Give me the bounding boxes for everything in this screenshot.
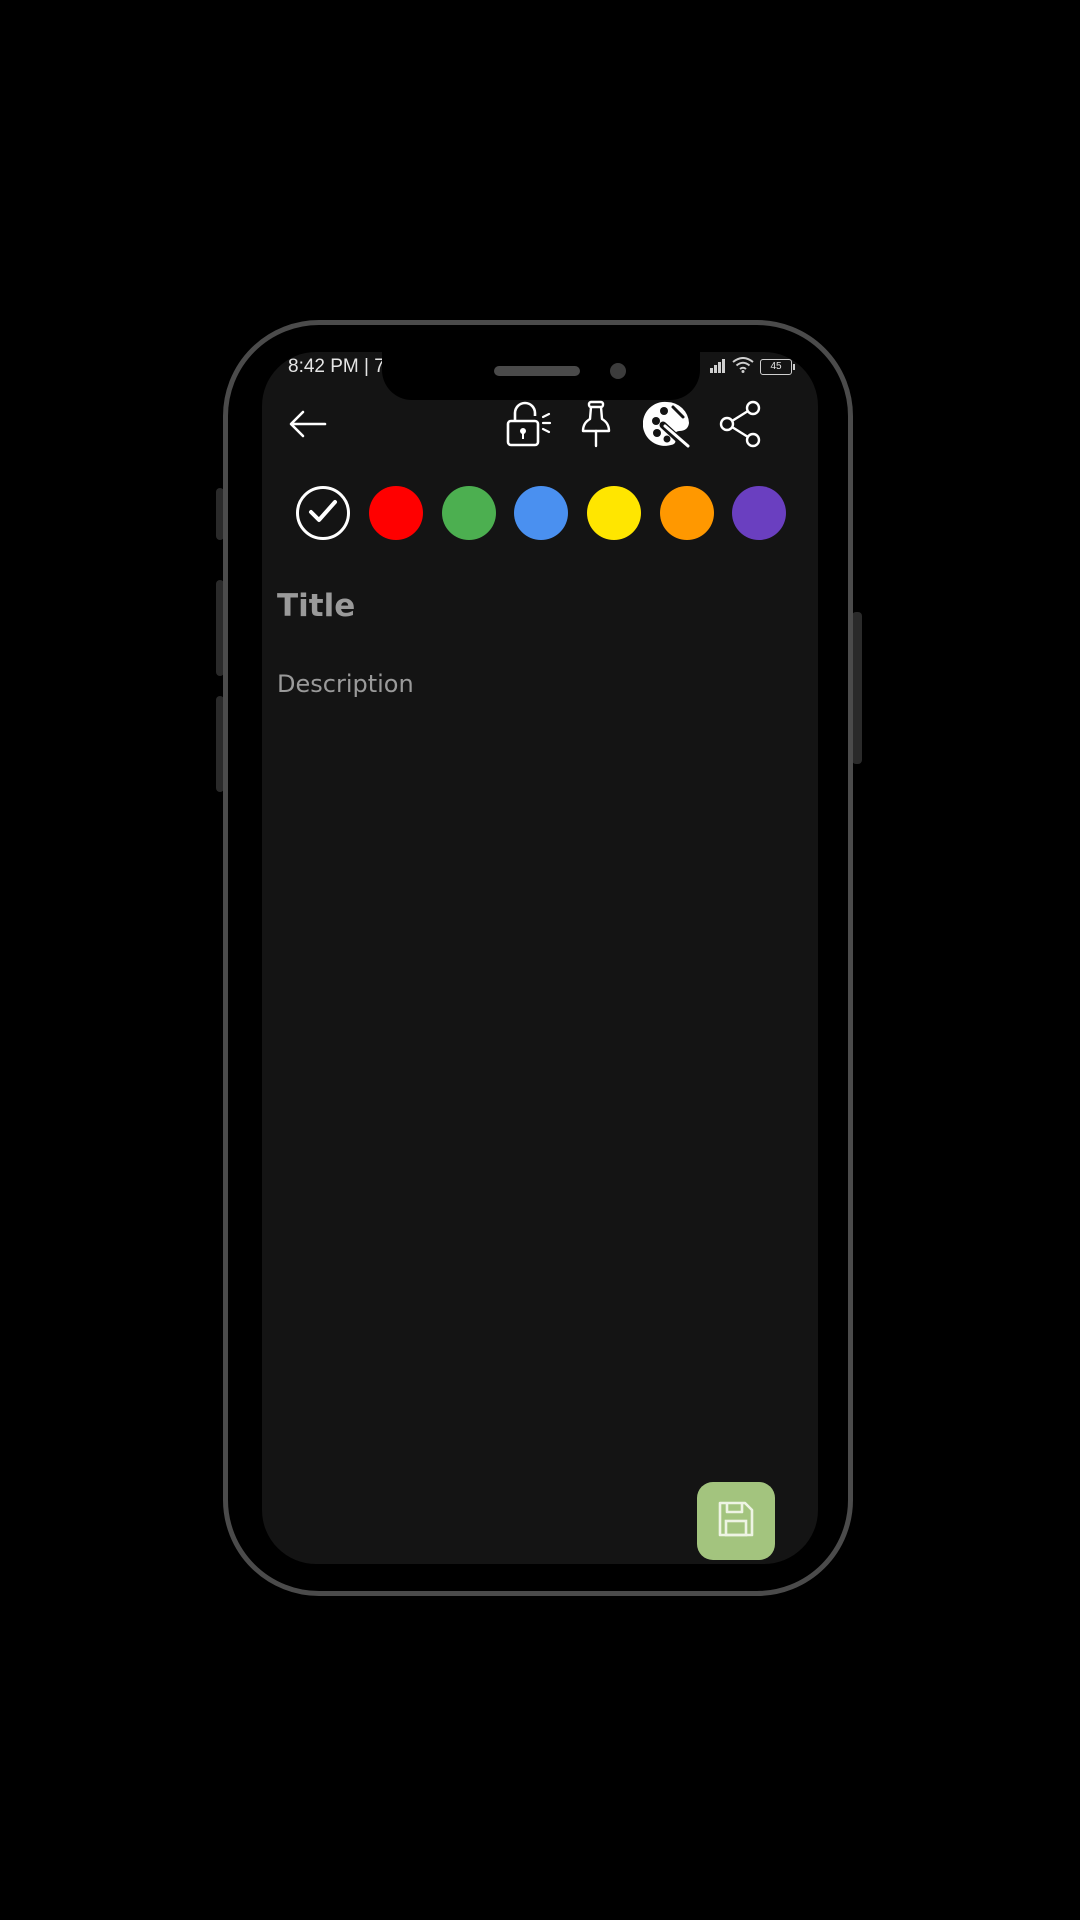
notch bbox=[382, 352, 700, 400]
share-button[interactable] bbox=[716, 400, 766, 452]
app-screen: 8:42 PM | 7 45 Title Description bbox=[262, 352, 818, 1564]
pushpin-icon bbox=[578, 399, 614, 453]
battery-icon: 45 bbox=[760, 359, 795, 375]
power-button bbox=[852, 612, 862, 764]
unlock-icon bbox=[503, 399, 553, 453]
wifi-icon bbox=[732, 357, 754, 377]
back-button[interactable] bbox=[288, 406, 328, 446]
lock-button[interactable] bbox=[502, 400, 554, 452]
status-time: 8:42 PM | 7 bbox=[288, 356, 382, 377]
save-icon bbox=[716, 1499, 756, 1543]
pin-button[interactable] bbox=[574, 400, 618, 452]
title-input[interactable]: Title bbox=[277, 588, 355, 624]
color-swatch-blue[interactable] bbox=[514, 486, 568, 540]
color-swatch-orange[interactable] bbox=[660, 486, 714, 540]
color-swatch-purple[interactable] bbox=[732, 486, 786, 540]
device-canvas: 8:42 PM | 7 45 Title Description bbox=[0, 0, 1080, 1920]
signal-icon bbox=[710, 358, 726, 377]
front-camera bbox=[610, 363, 626, 379]
color-palette-button[interactable] bbox=[642, 400, 694, 452]
save-button[interactable] bbox=[697, 1482, 775, 1560]
earpiece-speaker bbox=[494, 366, 580, 376]
share-icon bbox=[717, 399, 765, 453]
arrow-left-icon bbox=[289, 410, 327, 442]
status-icons: 45 bbox=[710, 356, 795, 378]
color-swatch-default[interactable] bbox=[296, 486, 350, 540]
checkmark-icon bbox=[308, 498, 338, 528]
color-swatch-yellow[interactable] bbox=[587, 486, 641, 540]
description-input[interactable]: Description bbox=[277, 670, 414, 698]
palette-icon bbox=[642, 399, 693, 453]
color-swatch-green[interactable] bbox=[442, 486, 496, 540]
color-swatch-red[interactable] bbox=[369, 486, 423, 540]
